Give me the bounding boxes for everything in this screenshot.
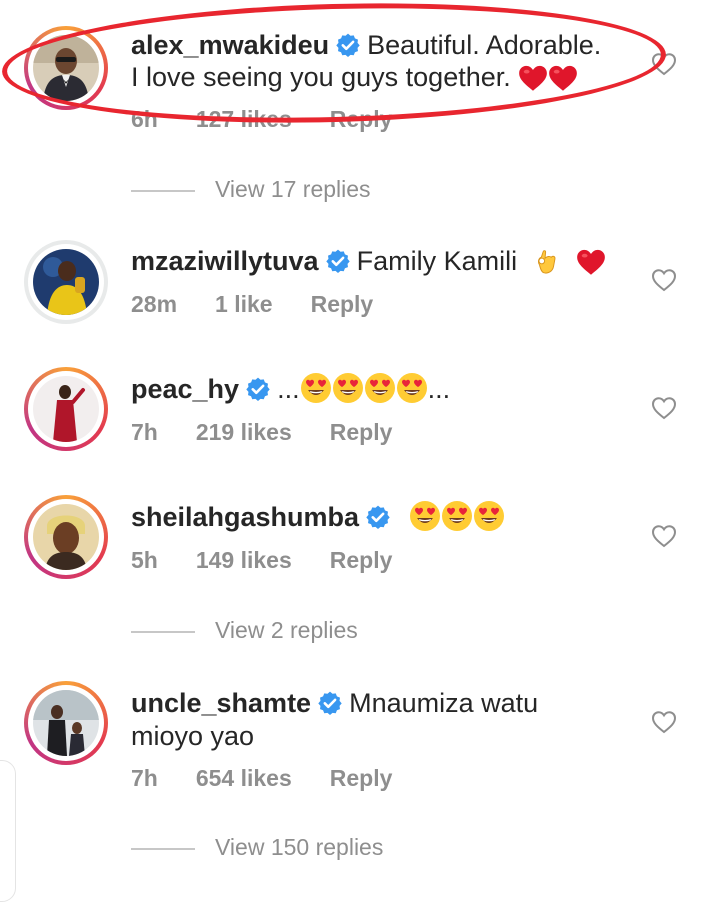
like-count[interactable]: 654 likes [196,765,292,791]
comment-text-line: mzaziwillytuva Family Kamili [131,244,606,278]
comment-time: 28m [131,291,178,317]
heart-eyes-emoji [409,500,441,532]
comment-text: ... [277,374,300,404]
verified-badge-icon [317,690,343,716]
avatar[interactable] [33,690,99,756]
username-link[interactable]: mzaziwillytuva [131,246,319,276]
verified-badge-icon [245,376,271,402]
heart-eyes-emoji [396,372,428,404]
heart-outline-icon[interactable] [651,710,677,734]
avatar-ring[interactable] [24,240,108,324]
reply-button[interactable]: Reply [311,291,374,317]
divider [131,630,195,633]
heart-eyes-emoji [300,372,332,404]
comment-time: 5h [131,547,158,573]
view-replies-label[interactable]: View 2 replies [215,617,358,643]
red-highlight-ellipse [0,0,668,131]
comment-text: mioyo yao [131,721,255,751]
comment-text-line-2: mioyo yao [131,719,254,753]
avatar[interactable] [33,504,99,570]
divider [131,189,195,192]
comment-text-end: ... [427,374,451,404]
ok-hand-emoji [531,246,561,276]
comment-meta: 5h 149 likes Reply [131,547,430,574]
like-count[interactable]: 219 likes [196,419,292,445]
verified-badge-icon [325,248,351,274]
comment-text-line: peac_hy...... [131,372,450,406]
like-count[interactable]: 149 likes [196,547,292,573]
side-panel-edge [0,760,16,902]
comment-time: 7h [131,419,158,445]
avatar-story-ring[interactable] [24,681,108,765]
comment-text: Mnaumiza watu [349,688,539,718]
view-replies-button[interactable]: View 2 replies [131,617,358,644]
comment-meta: 7h 654 likes Reply [131,765,430,792]
view-replies-button[interactable]: View 17 replies [131,176,371,203]
view-replies-label[interactable]: View 150 replies [215,834,383,860]
heart-eyes-emoji [332,372,364,404]
username-link[interactable]: uncle_shamte [131,688,311,718]
avatar[interactable] [33,249,99,315]
reply-button[interactable]: Reply [330,419,393,445]
username-link[interactable]: sheilahgashumba [131,502,359,532]
verified-badge-icon [365,504,391,530]
view-replies-button[interactable]: View 150 replies [131,834,383,861]
like-count[interactable]: 1 like [215,291,273,317]
heart-eyes-emoji [364,372,396,404]
avatar[interactable] [33,376,99,442]
heart-outline-icon[interactable] [651,268,677,292]
view-replies-label[interactable]: View 17 replies [215,176,371,202]
comment-text-line: sheilahgashumba [131,500,505,534]
reply-button[interactable]: Reply [330,547,393,573]
heart-eyes-emoji [473,500,505,532]
divider [131,847,195,850]
comment-text-line: uncle_shamte Mnaumiza watu [131,686,538,720]
heart-eyes-emoji [441,500,473,532]
avatar-story-ring[interactable] [24,367,108,451]
username-link[interactable]: peac_hy [131,374,239,404]
heart-outline-icon[interactable] [651,396,677,420]
comment-meta: 28m 1 like Reply [131,291,411,318]
reply-button[interactable]: Reply [330,765,393,791]
heart-outline-icon[interactable] [651,524,677,548]
comment-meta: 7h 219 likes Reply [131,419,430,446]
comment-text: Family Kamili [356,246,518,276]
red-heart-emoji [576,248,606,276]
avatar-story-ring[interactable] [24,495,108,579]
comment-time: 7h [131,765,158,791]
